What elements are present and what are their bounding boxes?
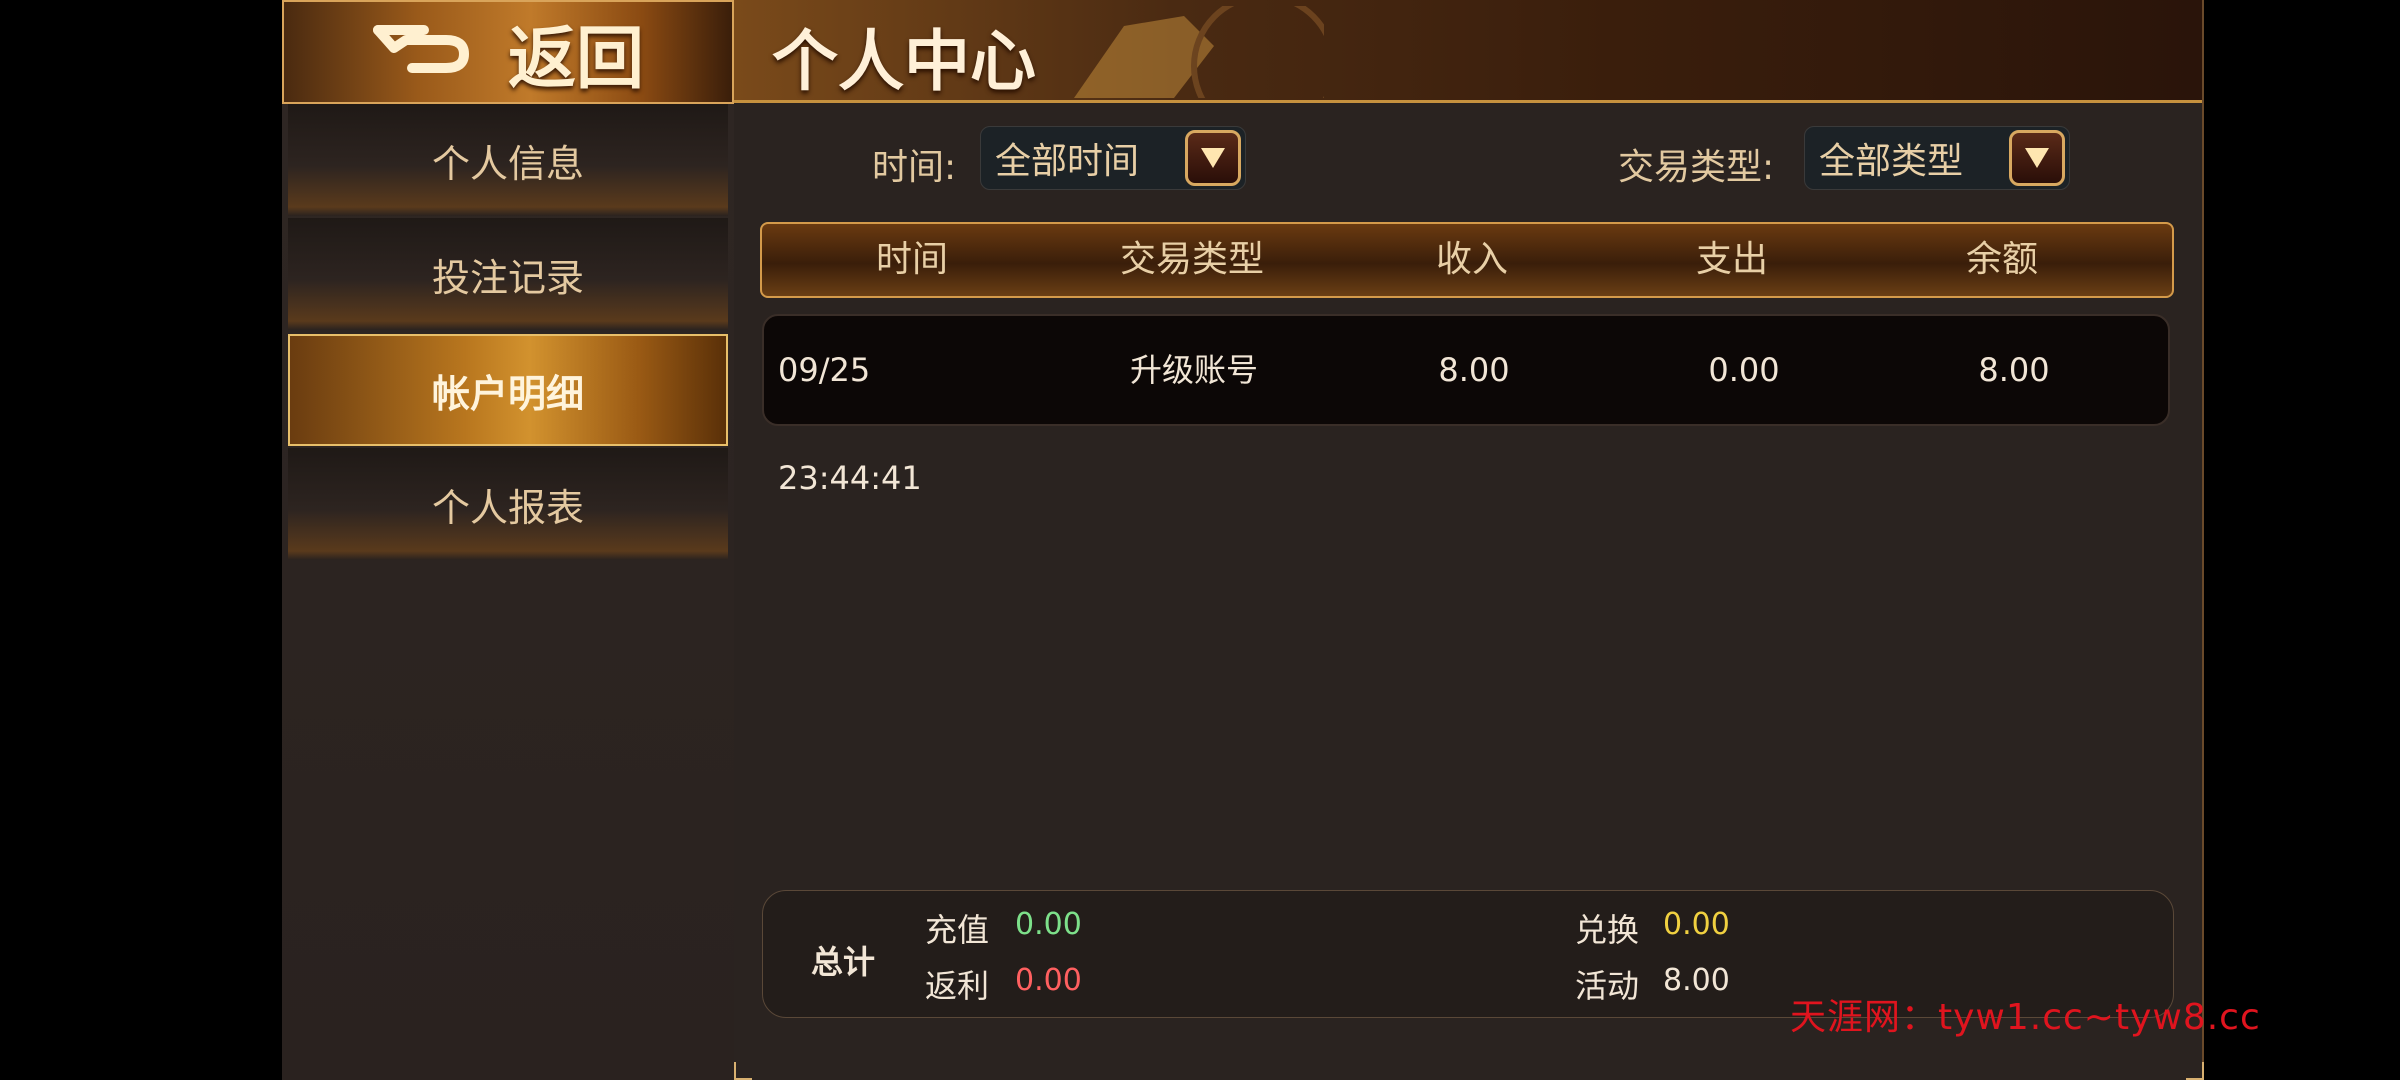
totals-title: 总计: [811, 943, 876, 981]
column-balance: 余额: [1965, 239, 2038, 280]
sidebar-item-bet-records[interactable]: 投注记录: [288, 218, 728, 330]
type-select[interactable]: 全部类型: [1804, 126, 2070, 190]
page-header: 个人中心: [734, 0, 2202, 103]
page-title: 个人中心: [772, 22, 1036, 100]
rebate-label: 返利: [925, 967, 990, 1005]
activity-value: 8.00: [1663, 963, 1730, 998]
cell-expense: 0.00: [1708, 351, 1780, 389]
cell-time: 09/25 23:44:41: [778, 351, 922, 497]
time-dropdown-button[interactable]: [1185, 130, 1241, 186]
back-label: 返回: [507, 18, 644, 99]
column-expense: 支出: [1695, 239, 1768, 280]
chevron-down-icon: [1201, 148, 1225, 168]
sidebar: 个人信息 投注记录 帐户明细 个人报表: [282, 104, 734, 1080]
table-row: 09/25 23:44:41 升级账号 8.00 0.00 8.00: [762, 314, 2170, 497]
back-arrow-icon: [372, 25, 469, 73]
corner-decoration: [734, 1062, 752, 1080]
cell-type: 升级账号: [1129, 351, 1258, 389]
rebate-value: 0.00: [1015, 963, 1082, 998]
column-income: 收入: [1435, 239, 1508, 280]
cell-income: 8.00: [1438, 351, 1510, 389]
back-button[interactable]: 返回: [282, 0, 734, 104]
time-filter-label: 时间:: [872, 147, 957, 188]
cell-balance: 8.00: [1978, 351, 2050, 389]
chevron-down-icon: [2025, 148, 2049, 168]
sidebar-item-account-details[interactable]: 帐户明细: [288, 334, 728, 446]
time-select-value: 全部时间: [995, 141, 1140, 182]
column-time: 时间: [875, 239, 948, 280]
activity-label: 活动: [1575, 967, 1640, 1005]
corner-decoration: [2186, 1062, 2204, 1080]
type-dropdown-button[interactable]: [2009, 130, 2065, 186]
type-select-value: 全部类型: [1819, 141, 1964, 182]
recharge-value: 0.00: [1015, 907, 1082, 942]
column-type: 交易类型: [1119, 239, 1264, 280]
type-filter-label: 交易类型:: [1618, 147, 1775, 188]
header-decoration: [1074, 6, 1324, 98]
sidebar-item-personal-report[interactable]: 个人报表: [288, 448, 728, 560]
sidebar-item-personal-info[interactable]: 个人信息: [288, 104, 728, 216]
exchange-label: 兑换: [1575, 911, 1640, 949]
watermark: 天涯网：tyw1.cc~tyw8.cc: [1790, 997, 2261, 1038]
recharge-label: 充值: [925, 911, 990, 949]
exchange-value: 0.00: [1663, 907, 1730, 942]
time-select[interactable]: 全部时间: [980, 126, 1246, 190]
table-header: 时间 交易类型 收入 支出 余额: [760, 222, 2174, 298]
